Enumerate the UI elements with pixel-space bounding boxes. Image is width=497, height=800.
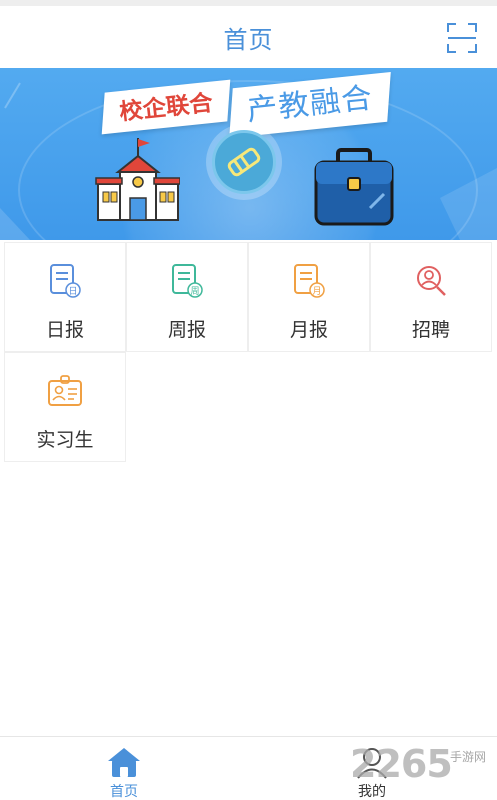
page-title: 首页 (223, 27, 274, 54)
daily-report-icon: 日 (50, 264, 81, 298)
home-icon (108, 748, 140, 777)
weekly-badge: 周 (190, 286, 199, 296)
recruit-search-icon (417, 266, 446, 296)
watermark-brand: 2265 (350, 742, 453, 786)
grid-item-monthly-report[interactable]: 月 月报 (248, 242, 370, 352)
scan-icon (447, 23, 477, 53)
watermark-sub: 手游网 (450, 750, 487, 764)
tab-home-label: 首页 (110, 783, 138, 799)
daily-badge: 日 (68, 286, 77, 296)
tab-home[interactable]: 首页 (0, 737, 248, 800)
monthly-badge: 月 (312, 286, 321, 296)
grid-item-label: 月报 (289, 320, 328, 341)
handshake-icon (212, 130, 276, 194)
grid-item-label: 实习生 (36, 430, 94, 451)
briefcase-icon (314, 148, 394, 226)
grid-item-label: 周报 (167, 320, 206, 341)
scan-button[interactable] (446, 22, 478, 54)
weekly-report-icon: 周 (172, 264, 203, 298)
grid-item-weekly-report[interactable]: 周 周报 (126, 242, 248, 352)
grid-item-recruit[interactable]: 招聘 (370, 242, 492, 352)
intern-badge-icon (48, 375, 82, 406)
grid-item-label: 日报 (45, 320, 84, 341)
promo-banner[interactable]: 校企联合 产教融合 (0, 68, 497, 240)
top-bar: 首页 (0, 0, 497, 68)
school-icon (95, 138, 180, 221)
grid-item-label: 招聘 (411, 320, 450, 341)
grid-item-intern[interactable]: 实习生 (4, 352, 126, 462)
site-watermark: 2265 手游网 (350, 742, 497, 792)
monthly-report-icon: 月 (294, 264, 325, 298)
grid-item-daily-report[interactable]: 日 日报 (4, 242, 126, 352)
